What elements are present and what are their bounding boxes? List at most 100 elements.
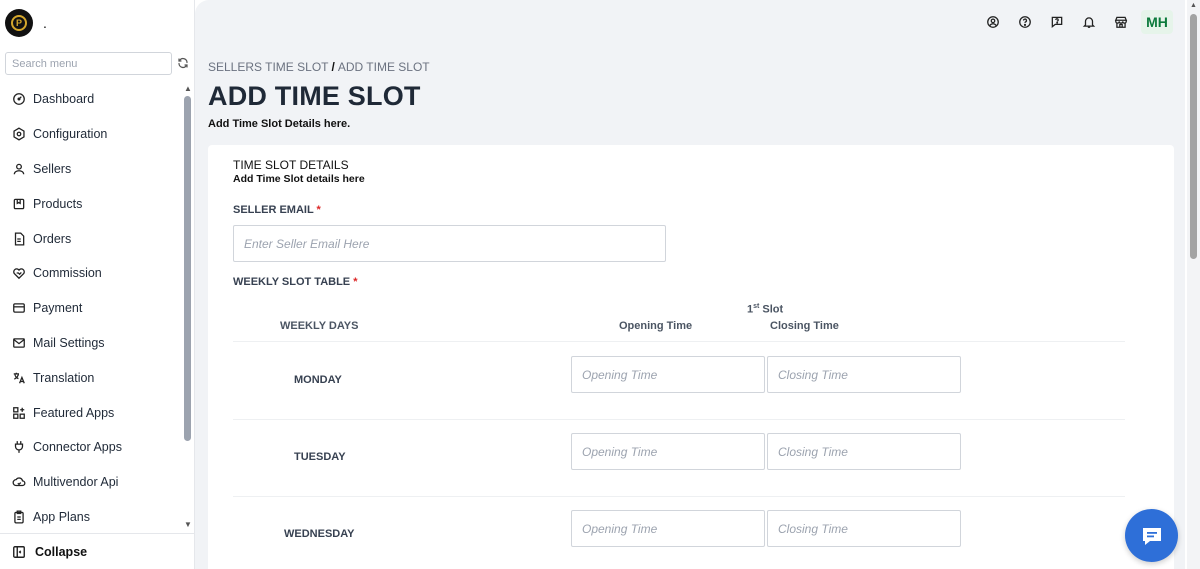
account-button[interactable] — [985, 14, 1001, 30]
product-icon — [13, 198, 25, 210]
user-avatar[interactable]: MH — [1141, 10, 1173, 34]
sidebar-item-commission[interactable]: Commission — [0, 256, 180, 291]
search-menu-input[interactable] — [6, 53, 171, 74]
sidebar-item-translation[interactable]: Translation — [0, 360, 180, 395]
monday-closing-input[interactable] — [768, 357, 960, 392]
apps-icon — [13, 406, 25, 419]
topbar-actions: MH — [969, 10, 1173, 34]
page-subtitle: Add Time Slot Details here. — [208, 118, 351, 130]
refresh-icon[interactable] — [177, 57, 189, 69]
page-scrollbar[interactable]: ▲ — [1187, 0, 1200, 569]
dashboard-icon — [13, 93, 25, 106]
sidebar-item-label: Connector Apps — [33, 440, 122, 455]
commission-icon — [13, 268, 25, 280]
sidebar-item-payment[interactable]: Payment — [0, 291, 180, 326]
wednesday-opening-field — [571, 510, 765, 547]
sidebar-item-connector-apps[interactable]: Connector Apps — [0, 430, 180, 465]
seller-email-field — [233, 225, 666, 262]
scroll-down-icon[interactable]: ▼ — [184, 520, 192, 529]
tuesday-closing-input[interactable] — [768, 434, 960, 469]
sidebar-item-label: Sellers — [33, 161, 72, 176]
sidebar-item-dashboard[interactable]: Dashboard — [0, 82, 180, 117]
seller-email-label: SELLER EMAIL * — [233, 204, 321, 216]
sidebar-scrollbar[interactable]: ▲ ▼ — [183, 84, 192, 530]
table-divider — [233, 496, 1125, 497]
settings-icon — [13, 127, 25, 141]
wednesday-closing-input[interactable] — [768, 511, 960, 546]
shop-logo[interactable]: P — [5, 9, 33, 37]
sidebar-item-orders[interactable]: Orders — [0, 221, 180, 256]
bell-icon — [1082, 17, 1096, 28]
sidebar-item-configuration[interactable]: Configuration — [0, 117, 180, 152]
sidebar-item-label: Mail Settings — [33, 335, 105, 350]
page-scrollbar-thumb[interactable] — [1190, 14, 1197, 259]
help-button[interactable] — [1017, 14, 1033, 30]
notifications-button[interactable] — [1081, 14, 1097, 30]
sidebar-item-app-plans[interactable]: App Plans — [0, 500, 180, 535]
seller-email-label-text: SELLER EMAIL — [233, 204, 314, 216]
card-subtitle: Add Time Slot details here — [233, 173, 365, 185]
tuesday-closing-field — [767, 433, 961, 470]
day-label-tuesday: TUESDAY — [294, 451, 346, 463]
scroll-up-icon[interactable]: ▲ — [184, 84, 192, 93]
sidebar-item-label: Featured Apps — [33, 405, 115, 420]
account-icon — [987, 16, 999, 28]
weekly-days-header: WEEKLY DAYS — [280, 320, 359, 332]
help-icon — [1019, 16, 1031, 28]
time-slot-card: TIME SLOT DETAILS Add Time Slot details … — [208, 145, 1174, 569]
translation-icon — [13, 372, 25, 384]
sidebar-item-sellers[interactable]: Sellers — [0, 152, 180, 187]
plug-icon — [14, 441, 24, 454]
page-scroll-up-icon[interactable]: ▲ — [1190, 2, 1197, 9]
plans-icon — [14, 510, 24, 524]
collapse-icon — [13, 545, 25, 558]
opening-time-header: Opening Time — [619, 320, 693, 332]
sidebar-item-label: Orders — [33, 231, 72, 246]
sidebar-item-multivendor-api[interactable]: Multivendor Api — [0, 465, 180, 500]
user-icon — [13, 163, 25, 175]
monday-opening-input[interactable] — [572, 357, 764, 392]
logo-row: P . — [5, 8, 47, 38]
logo-emblem: P — [11, 15, 27, 31]
sidebar-menu: Dashboard Configuration Sellers Products… — [0, 82, 180, 534]
sidebar-item-label: Commission — [33, 266, 102, 281]
closing-time-header: Closing Time — [770, 320, 839, 332]
sidebar-item-label: Dashboard — [33, 92, 95, 107]
required-mark: * — [316, 204, 321, 216]
sidebar-item-mail-settings[interactable]: Mail Settings — [0, 326, 180, 361]
sidebar-item-label: Payment — [33, 301, 83, 316]
tuesday-opening-input[interactable] — [572, 434, 764, 469]
day-label-wednesday: WEDNESDAY — [284, 528, 355, 540]
sidebar-item-label: Configuration — [33, 127, 108, 142]
sidebar: P . Dashboard Configuration Sellers Prod… — [0, 0, 195, 569]
main-content: MH SELLERS TIME SLOT / ADD TIME SLOT ADD T… — [195, 0, 1185, 569]
day-label-monday: MONDAY — [294, 374, 342, 386]
orders-icon — [14, 232, 25, 246]
table-divider — [233, 341, 1125, 342]
collapse-button[interactable]: Collapse — [0, 533, 195, 569]
sidebar-item-label: Translation — [33, 370, 95, 385]
mail-icon — [13, 338, 25, 348]
sidebar-scrollbar-thumb[interactable] — [184, 96, 191, 441]
store-button[interactable] — [1113, 14, 1129, 30]
table-divider — [233, 419, 1125, 420]
sidebar-item-products[interactable]: Products — [0, 186, 180, 221]
menu-search — [5, 52, 172, 75]
required-mark: * — [353, 276, 358, 288]
weekly-slot-label-text: WEEKLY SLOT TABLE — [233, 276, 351, 288]
chat-button[interactable] — [1125, 509, 1178, 562]
monday-closing-field — [767, 356, 961, 393]
tuesday-opening-field — [571, 433, 765, 470]
sidebar-item-featured-apps[interactable]: Featured Apps — [0, 395, 180, 430]
card-title: TIME SLOT DETAILS — [233, 158, 349, 172]
seller-email-input[interactable] — [234, 226, 665, 261]
breadcrumb-parent[interactable]: SELLERS TIME SLOT — [208, 60, 329, 74]
sidebar-item-label: Products — [33, 196, 83, 211]
store-icon — [1114, 16, 1128, 28]
feedback-button[interactable] — [1049, 14, 1065, 30]
cloud-icon — [12, 477, 26, 487]
feedback-icon — [1051, 16, 1063, 29]
sidebar-item-label: App Plans — [33, 509, 90, 524]
wednesday-closing-field — [767, 510, 961, 547]
wednesday-opening-input[interactable] — [572, 511, 764, 546]
